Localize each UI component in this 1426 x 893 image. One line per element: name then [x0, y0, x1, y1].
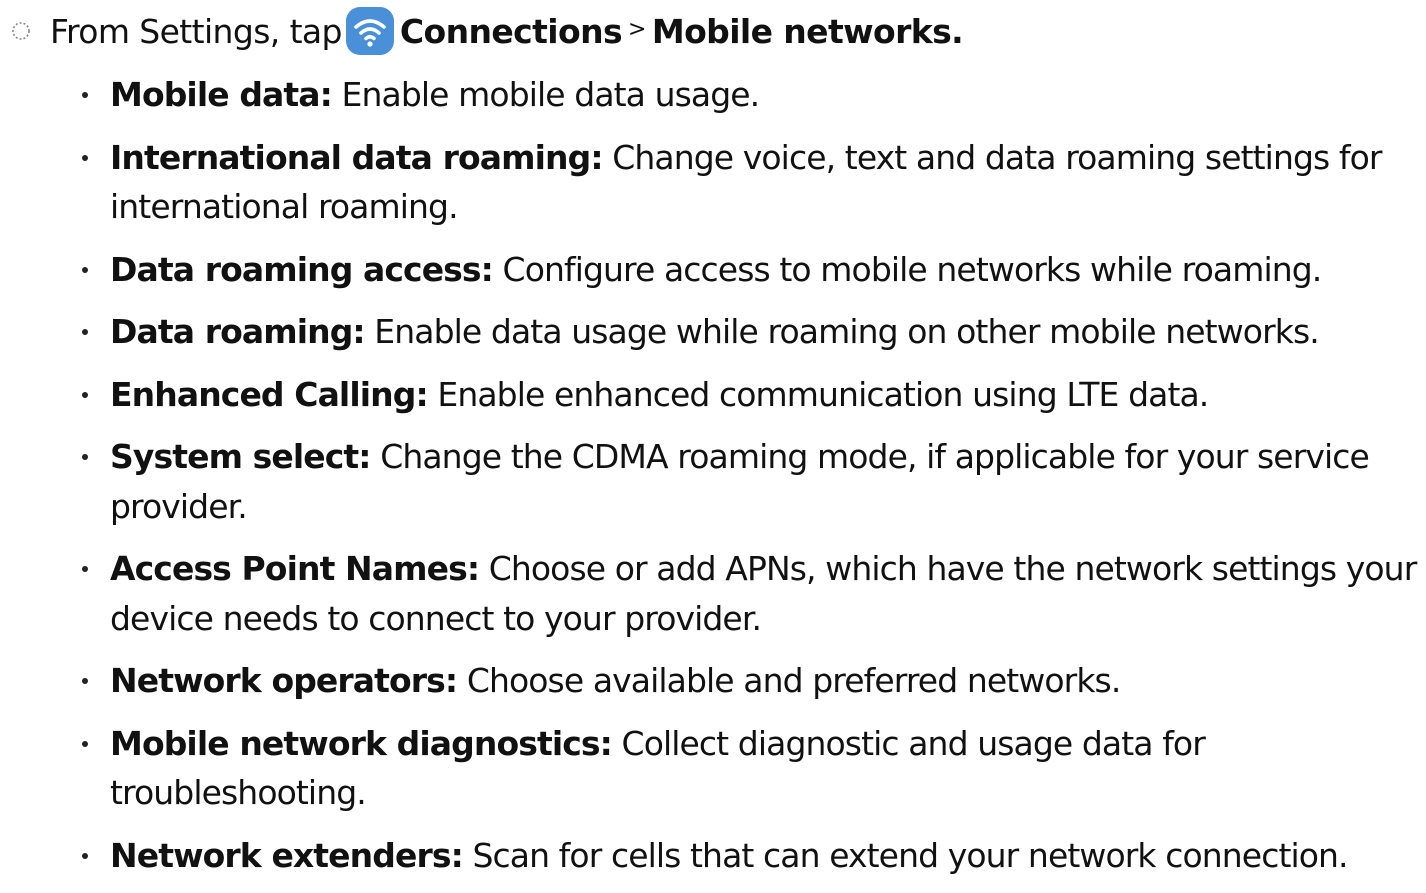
item-description: Enable mobile data usage. — [331, 75, 761, 114]
item-term: Data roaming: — [110, 312, 366, 351]
list-item: System select: Change the CDMA roaming m… — [80, 432, 1420, 531]
item-term: Enhanced Calling: — [110, 374, 429, 414]
item-description: Enable enhanced communication using LTE … — [427, 374, 1209, 414]
path-separator: > — [628, 16, 646, 42]
item-term: Network operators: — [110, 661, 458, 700]
list-item: Data roaming access: Configure access to… — [80, 245, 1420, 295]
list-item: Mobile network diagnostics: Collect diag… — [80, 719, 1420, 818]
item-term: Data roaming access: — [110, 249, 494, 289]
mobile-network-settings-list: Mobile data: Enable mobile data usage. I… — [80, 70, 1420, 893]
list-item: Access Point Names: Choose or add APNs, … — [80, 544, 1420, 643]
wifi-icon — [345, 7, 394, 55]
bullet-icon — [82, 678, 88, 684]
bullet-icon — [82, 852, 88, 859]
item-term: System select: — [110, 437, 372, 476]
bullet-icon — [82, 391, 88, 398]
item-term: Network extenders: — [110, 835, 464, 875]
mobile-networks-label: Mobile networks. — [651, 11, 964, 51]
item-term: International data roaming: — [110, 137, 604, 177]
item-description: Scan for cells that can extend your netw… — [462, 835, 1348, 875]
item-term: Access Point Names: — [110, 549, 480, 588]
bullet-icon — [82, 92, 88, 98]
connections-label: Connections — [399, 11, 623, 51]
item-description: Enable data usage while roaming on other… — [364, 312, 1319, 351]
item-term: Mobile data: — [110, 75, 333, 114]
item-description: Configure access to mobile networks whil… — [492, 249, 1323, 289]
step-bullet-icon — [12, 22, 30, 40]
item-description: Choose available and preferred networks. — [457, 661, 1122, 700]
list-item: Enhanced Calling: Enable enhanced commun… — [80, 370, 1420, 420]
bullet-icon — [82, 266, 88, 273]
bullet-icon — [82, 154, 88, 161]
item-term: Mobile network diagnostics: — [110, 723, 613, 763]
list-item: International data roaming: Change voice… — [80, 133, 1420, 232]
bullet-icon — [82, 454, 88, 460]
bullet-icon — [82, 740, 88, 747]
list-item: Network operators: Choose available and … — [80, 656, 1420, 706]
step-prefix: From Settings, tap — [50, 11, 342, 51]
instruction-step: From Settings, tap Connections > Mobile … — [10, 6, 964, 56]
list-item: Mobile data: Enable mobile data usage. — [80, 70, 1420, 120]
bullet-icon — [82, 566, 88, 572]
bullet-icon — [82, 329, 88, 335]
list-item: Data roaming: Enable data usage while ro… — [80, 307, 1420, 357]
list-item: Network extenders: Scan for cells that c… — [80, 831, 1420, 881]
